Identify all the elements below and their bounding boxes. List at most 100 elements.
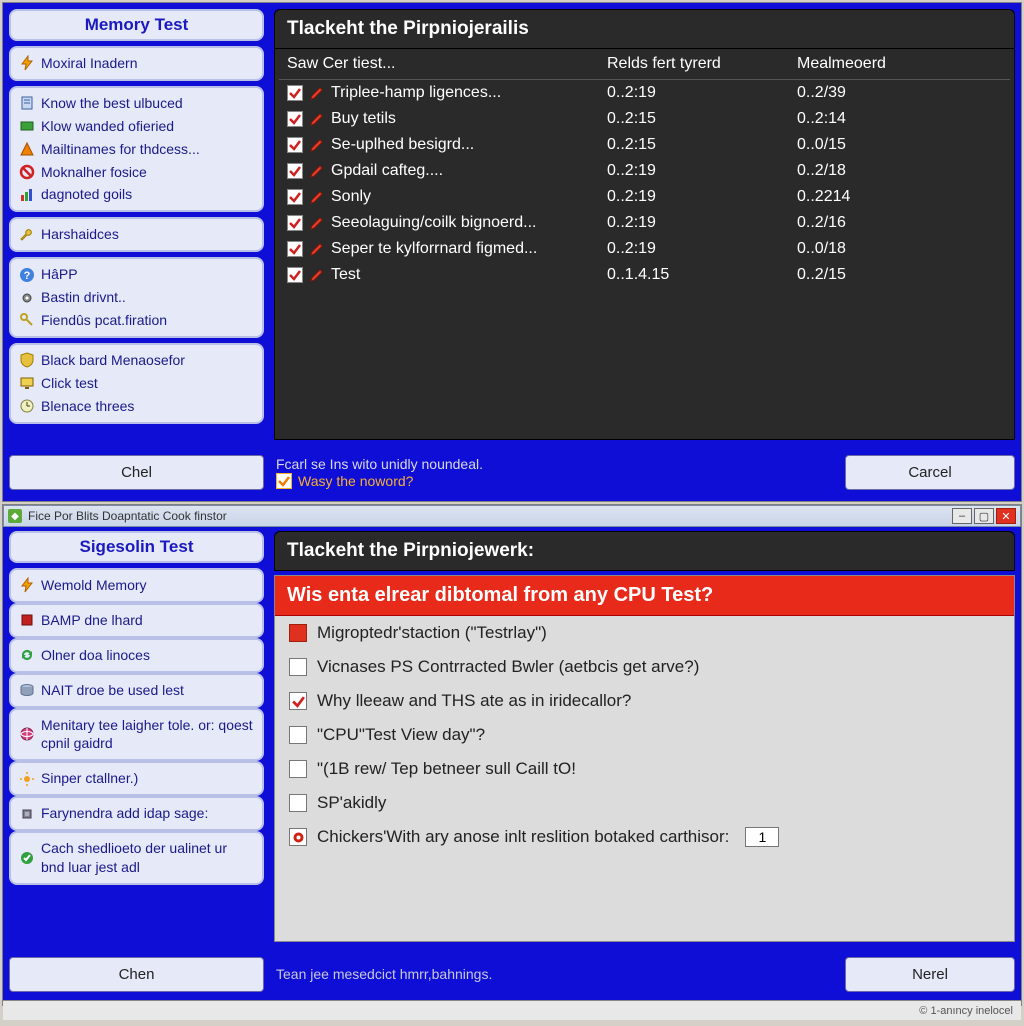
sidebar-group: Farynendra add idap sage: <box>9 796 264 831</box>
sigesolin-test-window: ◆ Fice Por Blits Doapntatic Cook finstor… <box>2 504 1022 1006</box>
table-row[interactable]: Sonly0..2:190..2214 <box>279 184 1010 210</box>
option-row[interactable]: Chickers'With ary anose inlt reslition b… <box>275 820 1014 854</box>
doc-icon <box>19 95 35 111</box>
sidebar-group-1: Moxiral Inadern <box>9 46 264 81</box>
sidebar-item[interactable]: BAMP dne lhard <box>17 609 256 632</box>
checkbox-icon <box>287 111 303 127</box>
count-input[interactable] <box>745 827 779 847</box>
sidebar-item[interactable]: Olner doa linoces <box>17 644 256 667</box>
sun-icon <box>19 771 35 787</box>
sidebar-item[interactable]: Menitary tee laigher tole. or: qoest cpn… <box>17 714 256 756</box>
maximize-button[interactable]: ▢ <box>974 508 994 524</box>
main-title: Tlackeht the Pirpniojewerk: <box>274 531 1015 571</box>
sidebar-group-4: ?HâPP Bastin drivnt.. Fiendûs pcat.firatio… <box>9 257 264 338</box>
table-header: Saw Cer tiest... Relds fert tyrerd Mealm… <box>279 49 1010 80</box>
sidebar-item[interactable]: Klow wanded ofieried <box>17 115 256 138</box>
sidebar-item-label: Bastin drivnt.. <box>41 288 126 307</box>
sidebar-item-label: Olner doa linoces <box>41 646 150 665</box>
refresh-icon <box>19 647 35 663</box>
row-value-a: 0..2:15 <box>607 136 797 154</box>
row-name: Seeolaguing/coilk bignoerd... <box>331 214 536 232</box>
option-row[interactable]: Vicnases PS Contrracted Bwler (aetbcis g… <box>275 650 1014 684</box>
sidebar-item[interactable]: Farynendra add idap sage: <box>17 802 256 825</box>
sidebar-item[interactable]: Click test <box>17 372 256 395</box>
table-row[interactable]: Gpdail cafteg....0..2:190..2/18 <box>279 158 1010 184</box>
option-label: Vicnases PS Contrracted Bwler (aetbcis g… <box>317 657 699 677</box>
option-row[interactable]: "CPU"Test View day"? <box>275 718 1014 752</box>
sidebar-item[interactable]: Mailtinames for thdcess... <box>17 138 256 161</box>
checkbox-icon <box>287 85 303 101</box>
help-icon: ? <box>19 267 35 283</box>
sidebar-item[interactable]: Bastin drivnt.. <box>17 286 256 309</box>
sidebar-group: Wemold Memory <box>9 568 264 603</box>
table-row[interactable]: Buy tetils0..2:150..2:14 <box>279 106 1010 132</box>
sidebar-item-label: Moxiral Inadern <box>41 54 138 73</box>
key-icon <box>19 312 35 328</box>
sidebar-item-label: Know the best ulbuced <box>41 94 183 113</box>
sidebar-item[interactable]: Fiendûs pcat.firation <box>17 309 256 332</box>
orange-icon <box>19 141 35 157</box>
option-row[interactable]: Why lleeaw and THS ate as in iridecallor… <box>275 684 1014 718</box>
row-value-b: 0..2/18 <box>797 162 1002 180</box>
sidebar-item[interactable]: Know the best ulbuced <box>17 92 256 115</box>
sidebar-item[interactable]: NAIT droe be used lest <box>17 679 256 702</box>
option-row[interactable]: "(1B rew/ Tep betneer sull Caill tO! <box>275 752 1014 786</box>
chel-button[interactable]: Chel <box>9 455 264 490</box>
sidebar-item[interactable]: Harshaidces <box>17 223 256 246</box>
sidebar-group: Cach shedlioeto der ualinet ur bnd luar … <box>9 831 264 885</box>
option-row[interactable]: SP'akidly <box>275 786 1014 820</box>
table-row[interactable]: Triplee-hamp ligences...0..2:190..2/39 <box>279 80 1010 106</box>
checkbox-icon <box>276 473 292 489</box>
sidebar: Sigesolin Test Wemold MemoryBAMP dne lha… <box>9 531 264 942</box>
sidebar-item[interactable]: Sinper ctallner.) <box>17 767 256 790</box>
option-label: "CPU"Test View day"? <box>317 725 485 745</box>
row-value-b: 0..2/15 <box>797 266 1002 284</box>
shield-icon <box>19 352 35 368</box>
sidebar-item[interactable]: ?HâPP <box>17 263 256 286</box>
sidebar-item-label: Klow wanded ofieried <box>41 117 174 136</box>
footer: Chel Fcarl se Ins wito unidly noundeal. … <box>9 450 1015 494</box>
footer-checkbox-row[interactable]: Wasy the noword? <box>276 473 833 489</box>
option-row[interactable]: Migroptedr'staction ("Testrlay") <box>275 616 1014 650</box>
globe-icon <box>19 726 35 742</box>
pencil-icon <box>309 111 325 127</box>
row-value-b: 0..0/18 <box>797 240 1002 258</box>
test-table: Saw Cer tiest... Relds fert tyrerd Mealm… <box>274 49 1015 440</box>
row-name: Buy tetils <box>331 110 396 128</box>
footer-checkbox-label: Wasy the noword? <box>298 473 413 489</box>
footer-message: Fcarl se Ins wito unidly noundeal. <box>276 455 833 474</box>
table-row[interactable]: Seper te kylforrnard figmed...0..2:190..… <box>279 236 1010 262</box>
row-value-a: 0..2:15 <box>607 110 797 128</box>
row-value-a: 0..2:19 <box>607 162 797 180</box>
sidebar-item[interactable]: Moknalher fosice <box>17 161 256 184</box>
nerel-button[interactable]: Nerel <box>845 957 1015 992</box>
sidebar-item[interactable]: dagnoted goils <box>17 183 256 206</box>
sidebar-item-label: Blenace threes <box>41 397 134 416</box>
table-row[interactable]: Test0..1.4.150..2/15 <box>279 262 1010 288</box>
pencil-icon <box>309 137 325 153</box>
sidebar-item[interactable]: Moxiral Inadern <box>17 52 256 75</box>
sidebar-item[interactable]: Wemold Memory <box>17 574 256 597</box>
table-row[interactable]: Seeolaguing/coilk bignoerd...0..2:190..2… <box>279 210 1010 236</box>
sidebar-group-2: Know the best ulbuced Klow wanded ofierie… <box>9 86 264 212</box>
chart-icon <box>19 187 35 203</box>
titlebar-text: Fice Por Blits Doapntatic Cook finstor <box>28 509 227 523</box>
main-panel: Tlackeht the Pirpniojewerk: Wis enta elr… <box>274 531 1015 942</box>
sidebar-item[interactable]: Cach shedlioeto der ualinet ur bnd luar … <box>17 837 256 879</box>
sidebar-group: Olner doa linoces <box>9 638 264 673</box>
cancel-button[interactable]: Carcel <box>845 455 1015 490</box>
sidebar-item[interactable]: Black bard Menaosefor <box>17 349 256 372</box>
table-row[interactable]: Se-uplhed besigrd...0..2:150..0/15 <box>279 132 1010 158</box>
row-name: Se-uplhed besigrd... <box>331 136 474 154</box>
sidebar-item[interactable]: Blenace threes <box>17 395 256 418</box>
sidebar-group: NAIT droe be used lest <box>9 673 264 708</box>
chen-button[interactable]: Chen <box>9 957 264 992</box>
minimize-button[interactable]: – <box>952 508 972 524</box>
col-header-a: Relds fert tyrerd <box>607 55 797 73</box>
pencil-icon <box>309 85 325 101</box>
close-button[interactable]: ✕ <box>996 508 1016 524</box>
sidebar-item-label: Click test <box>41 374 98 393</box>
alert-banner: Wis enta elrear dibtomal from any CPU Te… <box>275 576 1014 616</box>
clock-icon <box>19 398 35 414</box>
gear-icon <box>19 290 35 306</box>
